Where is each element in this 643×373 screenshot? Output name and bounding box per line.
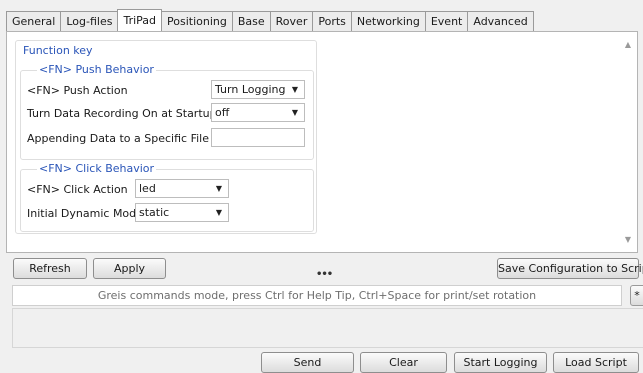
appending-data-label: Appending Data to a Specific File: [27, 132, 209, 145]
function-key-title: Function key: [23, 44, 93, 57]
tab-positioning[interactable]: Positioning: [161, 11, 233, 31]
scroll-down-icon[interactable]: ▼: [625, 235, 631, 244]
push-behavior-group: <FN> Push Behavior <FN> Push Action Turn…: [20, 63, 314, 160]
push-action-label: <FN> Push Action: [27, 84, 128, 97]
tab-base[interactable]: Base: [231, 11, 271, 31]
tab-event[interactable]: Event: [424, 11, 469, 31]
initial-dynamic-mode-label: Initial Dynamic Mode: [27, 207, 143, 220]
tripad-panel: ▲ ▼ Function key <FN> Push Behavior <FN>…: [6, 31, 638, 253]
appending-data-input[interactable]: [211, 128, 305, 147]
refresh-button[interactable]: Refresh: [13, 258, 87, 279]
push-action-select[interactable]: Turn Logging ▼: [211, 80, 305, 99]
click-behavior-group: <FN> Click Behavior <FN> Click Action le…: [20, 162, 314, 232]
tab-advanced[interactable]: Advanced: [467, 11, 534, 31]
turn-data-recording-label: Turn Data Recording On at Startup: [27, 107, 217, 120]
tab-rover[interactable]: Rover: [269, 11, 314, 31]
push-behavior-title: <FN> Push Behavior: [37, 63, 156, 76]
initial-dynamic-mode-value: static: [139, 206, 170, 219]
tab-networking[interactable]: Networking: [350, 11, 426, 31]
chevron-down-icon: ▼: [291, 108, 298, 117]
apply-button[interactable]: Apply: [93, 258, 166, 279]
scroll-up-icon[interactable]: ▲: [625, 40, 631, 49]
click-action-value: led: [139, 182, 156, 195]
initial-dynamic-mode-select[interactable]: static ▼: [135, 203, 229, 222]
function-key-group: Function key <FN> Push Behavior <FN> Pus…: [15, 40, 317, 234]
command-input[interactable]: Greis commands mode, press Ctrl for Help…: [12, 285, 622, 306]
tab-tripad[interactable]: TriPad: [117, 9, 163, 31]
chevron-down-icon: ▼: [291, 85, 298, 94]
chevron-down-icon: ▼: [215, 184, 222, 193]
save-configuration-button[interactable]: Save Configuration to Script: [497, 258, 643, 279]
tab-general[interactable]: General: [6, 11, 62, 31]
click-action-label: <FN> Click Action: [27, 183, 128, 196]
output-area[interactable]: [12, 308, 643, 348]
tab-log-files[interactable]: Log-files: [60, 11, 119, 31]
tab-ports[interactable]: Ports: [312, 11, 352, 31]
splitter-handle[interactable]: •••: [316, 269, 333, 280]
push-action-value: Turn Logging: [215, 83, 286, 96]
turn-data-recording-select[interactable]: off ▼: [211, 103, 305, 122]
click-action-select[interactable]: led ▼: [135, 179, 229, 198]
turn-data-recording-value: off: [215, 106, 230, 119]
tab-bar: General Log-files TriPad Positioning Bas…: [6, 9, 534, 32]
click-behavior-title: <FN> Click Behavior: [37, 162, 157, 175]
command-side-button[interactable]: *: [630, 285, 643, 306]
chevron-down-icon: ▼: [215, 208, 222, 217]
